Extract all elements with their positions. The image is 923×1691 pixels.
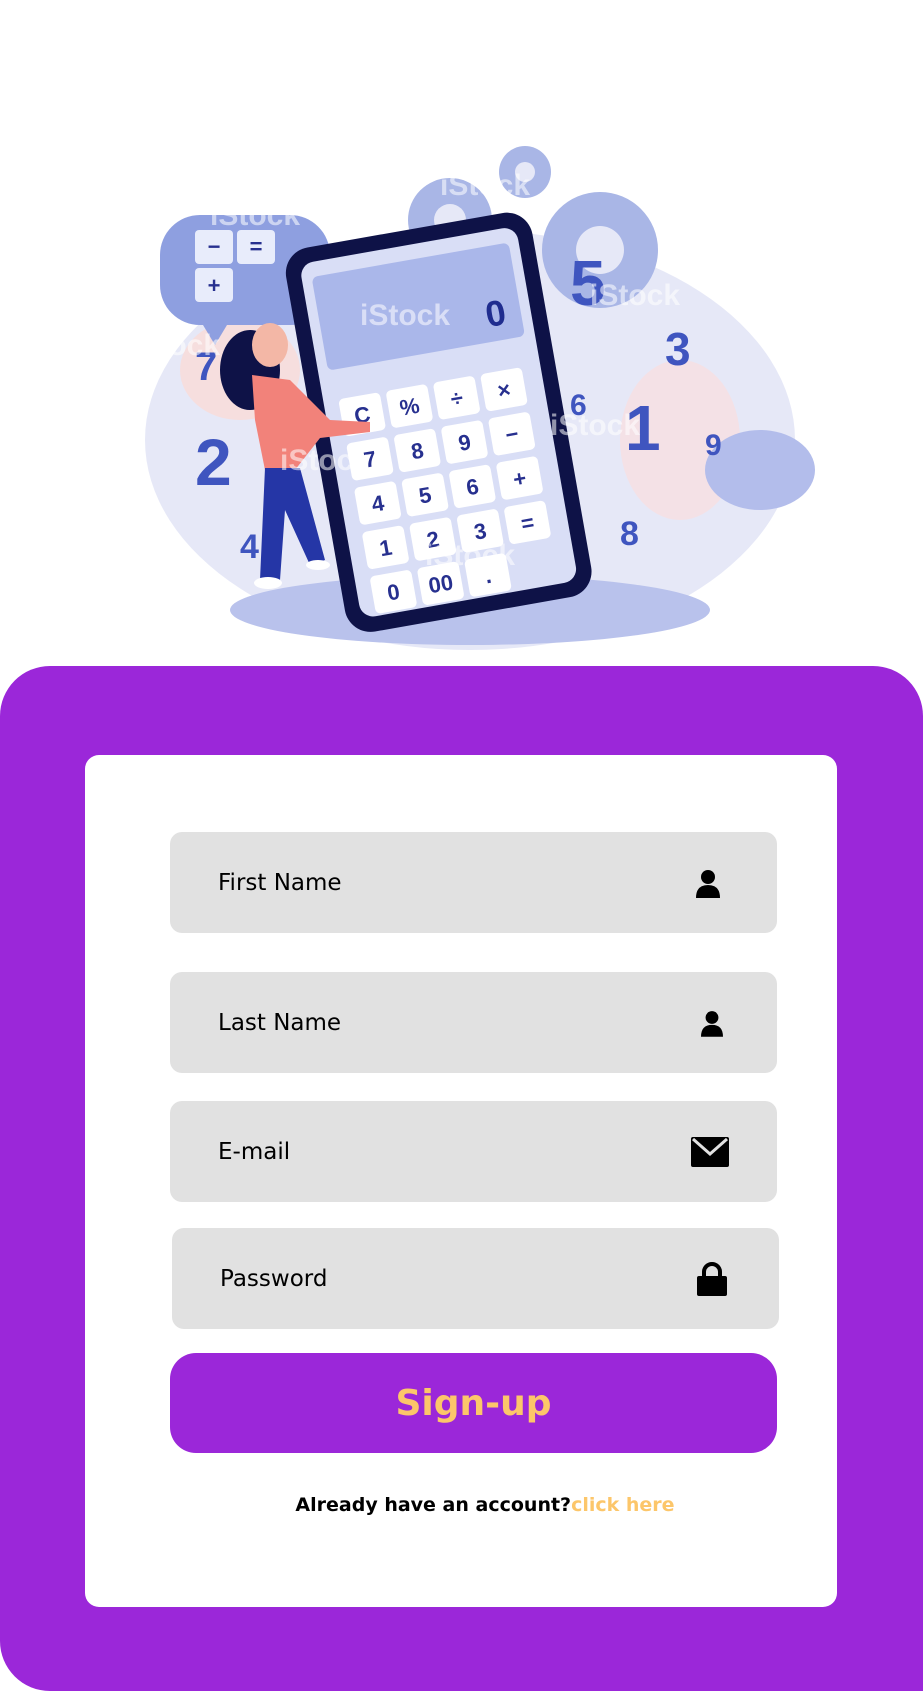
email-field — [170, 1101, 777, 1202]
email-input[interactable] — [170, 1101, 777, 1202]
first-name-field — [170, 832, 777, 933]
calculator-illustration: − = + 0 C% ÷ ×7 8 9 −4 5 6 +1 2 3 =0 00. 536 1 98724 i… — [130, 146, 815, 650]
calculator-key: 00 — [427, 569, 455, 598]
last-name-field — [170, 972, 777, 1073]
watermark-text: iStock — [360, 299, 450, 332]
first-name-input[interactable] — [170, 832, 777, 933]
last-name-input[interactable] — [170, 972, 777, 1073]
floating-number: 9 — [705, 429, 722, 462]
bubble-minus: − — [208, 234, 221, 259]
floating-number: 2 — [195, 425, 232, 499]
bubble-plus: + — [208, 273, 221, 298]
account-prompt-text: Already have an account? — [295, 1494, 572, 1516]
user-icon — [695, 1006, 729, 1040]
lock-icon — [695, 1261, 729, 1296]
watermark-text: iStock — [590, 279, 680, 312]
password-field — [172, 1228, 779, 1329]
envelope-icon — [690, 1135, 730, 1169]
floating-number: 8 — [620, 515, 639, 553]
watermark-text: iStock — [440, 169, 530, 202]
login-link[interactable]: click here — [571, 1494, 674, 1516]
user-icon — [691, 866, 725, 900]
watermark-text: iStock — [550, 409, 640, 442]
floating-number: 4 — [240, 528, 259, 566]
bubble-equals: = — [250, 234, 263, 259]
password-input[interactable] — [172, 1228, 779, 1329]
watermark-text: iStock — [425, 539, 515, 572]
login-prompt: Already have an account?click here — [170, 1494, 800, 1516]
watermark-text: iStock — [130, 329, 220, 362]
watermark-text: iStock — [210, 199, 300, 232]
watermark-text: iStock — [280, 444, 370, 477]
signup-button[interactable]: Sign-up — [170, 1353, 777, 1453]
floating-number: 3 — [665, 323, 691, 375]
